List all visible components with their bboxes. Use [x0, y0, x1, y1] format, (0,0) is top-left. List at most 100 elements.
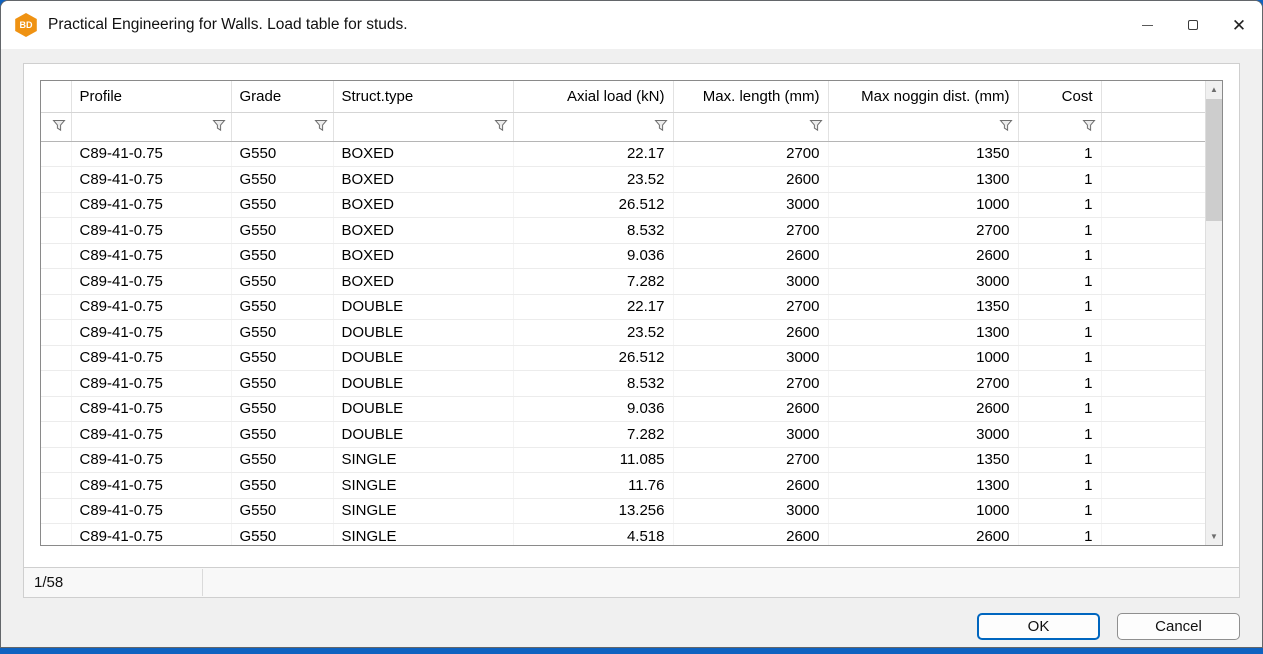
- cell-axial-load-kn[interactable]: 9.036: [513, 243, 673, 269]
- table-row[interactable]: C89-41-0.75G550BOXED9.036260026001: [41, 243, 1205, 269]
- cell-grade[interactable]: G550: [231, 167, 333, 193]
- row-indicator[interactable]: [41, 243, 71, 269]
- cell-max-noggin-dist-mm[interactable]: 3000: [828, 269, 1018, 295]
- cell-max-noggin-dist-mm[interactable]: 2600: [828, 243, 1018, 269]
- cell-profile[interactable]: C89-41-0.75: [71, 371, 231, 397]
- cell-max-noggin-dist-mm[interactable]: 1300: [828, 167, 1018, 193]
- cell-max-noggin-dist-mm[interactable]: 1350: [828, 294, 1018, 320]
- column-header-grade[interactable]: Grade: [231, 81, 333, 112]
- cell-grade[interactable]: G550: [231, 396, 333, 422]
- cell-grade[interactable]: G550: [231, 524, 333, 546]
- cell-axial-load-kn[interactable]: 8.532: [513, 218, 673, 244]
- row-indicator[interactable]: [41, 192, 71, 218]
- cell-axial-load-kn[interactable]: 11.085: [513, 447, 673, 473]
- table-row[interactable]: C89-41-0.75G550SINGLE4.518260026001: [41, 524, 1205, 546]
- table-row[interactable]: C89-41-0.75G550SINGLE13.256300010001: [41, 498, 1205, 524]
- cell-cost[interactable]: 1: [1018, 396, 1101, 422]
- cell-cost[interactable]: 1: [1018, 498, 1101, 524]
- table-row[interactable]: C89-41-0.75G550DOUBLE8.532270027001: [41, 371, 1205, 397]
- cell-grade[interactable]: G550: [231, 243, 333, 269]
- cell-max-noggin-dist-mm[interactable]: 2600: [828, 396, 1018, 422]
- cell-max-noggin-dist-mm[interactable]: 2600: [828, 524, 1018, 546]
- cell-axial-load-kn[interactable]: 11.76: [513, 473, 673, 499]
- cell-axial-load-kn[interactable]: 8.532: [513, 371, 673, 397]
- cell-max-length-mm[interactable]: 2600: [673, 243, 828, 269]
- filter-funnel-icon[interactable]: [491, 117, 511, 134]
- column-header-max-length-mm[interactable]: Max. length (mm): [673, 81, 828, 112]
- filter-funnel-icon[interactable]: [996, 117, 1016, 134]
- filter-cell-struct-type[interactable]: [333, 112, 513, 141]
- cell-struct-type[interactable]: SINGLE: [333, 447, 513, 473]
- cell-max-noggin-dist-mm[interactable]: 1000: [828, 345, 1018, 371]
- table-row[interactable]: C89-41-0.75G550SINGLE11.085270013501: [41, 447, 1205, 473]
- cell-profile[interactable]: C89-41-0.75: [71, 294, 231, 320]
- row-indicator[interactable]: [41, 447, 71, 473]
- table-row[interactable]: C89-41-0.75G550DOUBLE7.282300030001: [41, 422, 1205, 448]
- scroll-down-arrow[interactable]: ▼: [1206, 528, 1222, 545]
- cell-cost[interactable]: 1: [1018, 524, 1101, 546]
- cell-grade[interactable]: G550: [231, 498, 333, 524]
- close-button[interactable]: ✕: [1216, 1, 1262, 49]
- cell-grade[interactable]: G550: [231, 320, 333, 346]
- column-header-struct-type[interactable]: Struct.type: [333, 81, 513, 112]
- cell-max-length-mm[interactable]: 2700: [673, 218, 828, 244]
- cell-max-length-mm[interactable]: 2600: [673, 396, 828, 422]
- cell-cost[interactable]: 1: [1018, 192, 1101, 218]
- filter-cell-max-noggin-dist-mm[interactable]: [828, 112, 1018, 141]
- column-header-cost[interactable]: Cost: [1018, 81, 1101, 112]
- cell-profile[interactable]: C89-41-0.75: [71, 269, 231, 295]
- cell-profile[interactable]: C89-41-0.75: [71, 167, 231, 193]
- filter-cell-grade[interactable]: [231, 112, 333, 141]
- cell-struct-type[interactable]: DOUBLE: [333, 396, 513, 422]
- cell-profile[interactable]: C89-41-0.75: [71, 473, 231, 499]
- table-row[interactable]: C89-41-0.75G550DOUBLE22.17270013501: [41, 294, 1205, 320]
- cell-struct-type[interactable]: DOUBLE: [333, 371, 513, 397]
- row-indicator[interactable]: [41, 269, 71, 295]
- cell-cost[interactable]: 1: [1018, 218, 1101, 244]
- cell-profile[interactable]: C89-41-0.75: [71, 422, 231, 448]
- cell-cost[interactable]: 1: [1018, 447, 1101, 473]
- filter-funnel-icon[interactable]: [49, 117, 69, 134]
- filter-funnel-icon[interactable]: [651, 117, 671, 134]
- cell-max-length-mm[interactable]: 2600: [673, 473, 828, 499]
- minimize-button[interactable]: [1124, 1, 1170, 49]
- cell-axial-load-kn[interactable]: 13.256: [513, 498, 673, 524]
- cell-max-noggin-dist-mm[interactable]: 1350: [828, 141, 1018, 167]
- cell-max-length-mm[interactable]: 2700: [673, 371, 828, 397]
- row-indicator[interactable]: [41, 371, 71, 397]
- cell-max-length-mm[interactable]: 2700: [673, 141, 828, 167]
- row-indicator[interactable]: [41, 345, 71, 371]
- cell-axial-load-kn[interactable]: 26.512: [513, 345, 673, 371]
- scrollbar-thumb[interactable]: [1206, 99, 1222, 221]
- table-row[interactable]: C89-41-0.75G550DOUBLE26.512300010001: [41, 345, 1205, 371]
- cell-struct-type[interactable]: DOUBLE: [333, 422, 513, 448]
- cell-grade[interactable]: G550: [231, 345, 333, 371]
- cell-max-noggin-dist-mm[interactable]: 1000: [828, 192, 1018, 218]
- cell-struct-type[interactable]: BOXED: [333, 269, 513, 295]
- cell-axial-load-kn[interactable]: 26.512: [513, 192, 673, 218]
- filter-funnel-icon[interactable]: [311, 117, 331, 134]
- row-indicator[interactable]: [41, 294, 71, 320]
- row-indicator[interactable]: [41, 141, 71, 167]
- scroll-up-arrow[interactable]: ▲: [1206, 81, 1222, 98]
- filter-cell-max-length-mm[interactable]: [673, 112, 828, 141]
- cell-max-length-mm[interactable]: 3000: [673, 422, 828, 448]
- filter-cell-profile[interactable]: [71, 112, 231, 141]
- table-row[interactable]: C89-41-0.75G550BOXED26.512300010001: [41, 192, 1205, 218]
- cell-grade[interactable]: G550: [231, 218, 333, 244]
- cell-max-length-mm[interactable]: 2600: [673, 320, 828, 346]
- cell-struct-type[interactable]: BOXED: [333, 243, 513, 269]
- cell-axial-load-kn[interactable]: 22.17: [513, 294, 673, 320]
- cell-struct-type[interactable]: BOXED: [333, 192, 513, 218]
- cell-cost[interactable]: 1: [1018, 422, 1101, 448]
- cell-grade[interactable]: G550: [231, 269, 333, 295]
- table-row[interactable]: C89-41-0.75G550BOXED22.17270013501: [41, 141, 1205, 167]
- cell-struct-type[interactable]: BOXED: [333, 218, 513, 244]
- cell-struct-type[interactable]: SINGLE: [333, 473, 513, 499]
- cell-grade[interactable]: G550: [231, 422, 333, 448]
- cell-profile[interactable]: C89-41-0.75: [71, 524, 231, 546]
- cell-max-noggin-dist-mm[interactable]: 1300: [828, 320, 1018, 346]
- table-row[interactable]: C89-41-0.75G550BOXED7.282300030001: [41, 269, 1205, 295]
- cell-max-length-mm[interactable]: 3000: [673, 345, 828, 371]
- filter-cell-axial-load-kn[interactable]: [513, 112, 673, 141]
